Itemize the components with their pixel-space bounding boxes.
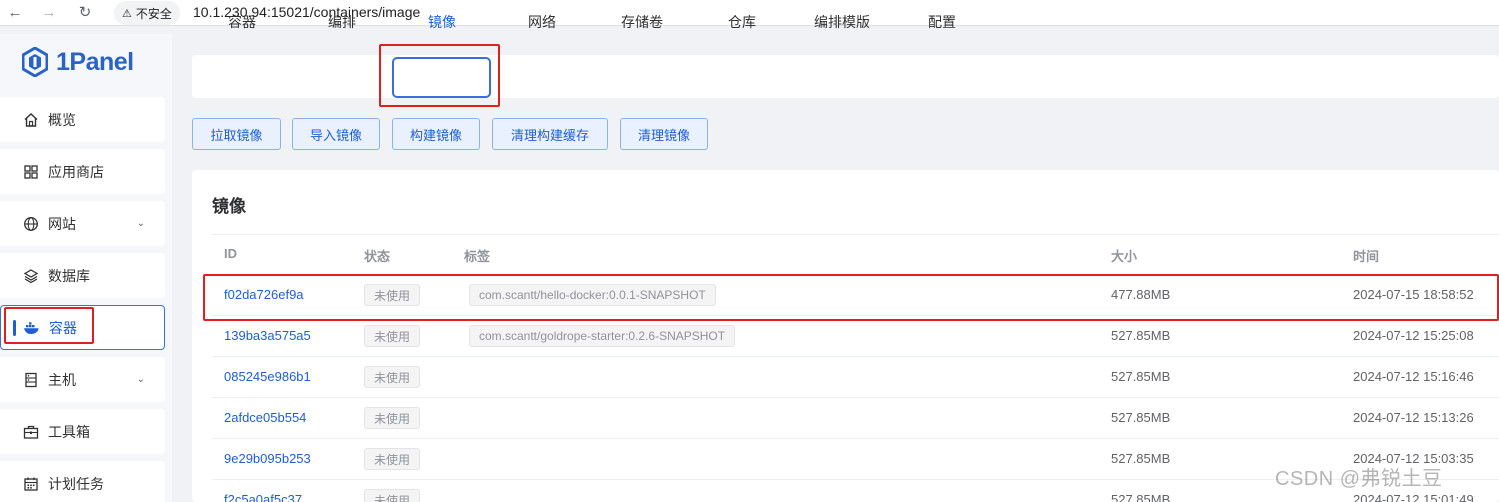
sidebar-item-scheduled-tasks[interactable]: 计划任务	[0, 461, 165, 502]
sidebar-item-label: 工具箱	[48, 423, 90, 440]
reload-icon[interactable]: ↻	[76, 3, 94, 21]
image-size: 527.85MB	[1111, 410, 1171, 425]
clean-build-cache-button[interactable]: 清理构建缓存	[492, 118, 608, 150]
logo-text: 1Panel	[56, 47, 134, 76]
image-size: 527.85MB	[1111, 492, 1171, 502]
server-icon	[22, 371, 40, 389]
column-header-tags[interactable]: 标签	[464, 246, 490, 265]
divider	[212, 234, 1499, 235]
logo-hexagon-icon	[22, 47, 48, 77]
image-created-time: 2024-07-12 15:01:49	[1353, 492, 1474, 502]
image-size: 527.85MB	[1111, 451, 1171, 466]
sidebar-item-toolbox[interactable]: 工具箱	[0, 409, 165, 454]
tab-compose[interactable]: 编排	[328, 0, 356, 43]
table-row[interactable]: 085245e986b1 未使用 527.85MB 2024-07-12 15:…	[212, 357, 1499, 398]
clean-images-button[interactable]: 清理镜像	[620, 118, 708, 150]
highlight-box	[379, 44, 500, 107]
tab-images[interactable]: 镜像	[428, 0, 456, 43]
sidebar-item-label: 主机	[48, 371, 76, 388]
column-header-time[interactable]: 时间	[1353, 246, 1379, 265]
table-row[interactable]: 139ba3a575a5 未使用 com.scantt/goldrope-sta…	[212, 316, 1499, 357]
sidebar-item-label: 概览	[48, 111, 76, 128]
sidebar-item-website[interactable]: 网站 ⌄	[0, 201, 165, 246]
security-label: 不安全	[135, 6, 172, 21]
calendar-icon	[22, 475, 40, 493]
tab-settings[interactable]: 配置	[928, 0, 956, 43]
sidebar-item-overview[interactable]: 概览	[0, 97, 165, 142]
image-id-link[interactable]: 2afdce05b554	[224, 410, 306, 425]
image-id-link[interactable]: 9e29b095b253	[224, 451, 311, 466]
column-header-size[interactable]: 大小	[1111, 246, 1137, 265]
highlight-box	[203, 274, 1499, 321]
card-title: 镜像	[212, 197, 246, 216]
sidebar-item-label: 数据库	[48, 267, 90, 284]
watermark: CSDN @弗锐土豆	[1275, 468, 1443, 490]
sidebar-item-label: 计划任务	[48, 475, 104, 492]
image-tag: com.scantt/goldrope-starter:0.2.6-SNAPSH…	[469, 325, 736, 347]
forward-arrow-icon[interactable]: →	[40, 3, 58, 21]
column-header-id[interactable]: ID	[224, 246, 237, 261]
globe-icon	[22, 215, 40, 233]
status-badge: 未使用	[364, 325, 421, 347]
image-id-link[interactable]: 085245e986b1	[224, 369, 311, 384]
back-arrow-icon[interactable]: ←	[6, 3, 24, 21]
image-created-time: 2024-07-12 15:13:26	[1353, 410, 1474, 425]
tab-networks[interactable]: 网络	[528, 0, 556, 43]
grid-icon	[22, 163, 40, 181]
tab-volumes[interactable]: 存储卷	[621, 0, 663, 43]
sidebar-item-label: 应用商店	[48, 163, 104, 180]
status-badge: 未使用	[364, 448, 421, 470]
app-logo[interactable]: 1Panel	[22, 47, 134, 77]
sidebar-item-database[interactable]: 数据库	[0, 253, 165, 298]
security-indicator[interactable]: ⚠ 不安全	[114, 1, 180, 25]
import-image-button[interactable]: 导入镜像	[292, 118, 380, 150]
sidebar-item-label: 网站	[48, 215, 76, 232]
home-icon	[22, 111, 40, 129]
chevron-down-icon[interactable]: ⌄	[137, 218, 145, 229]
image-id-link[interactable]: 139ba3a575a5	[224, 328, 311, 343]
table-row[interactable]: 2afdce05b554 未使用 527.85MB 2024-07-12 15:…	[212, 398, 1499, 439]
warning-icon: ⚠	[122, 7, 132, 20]
status-badge: 未使用	[364, 489, 421, 502]
tab-containers[interactable]: 容器	[228, 0, 256, 43]
image-id-link[interactable]: f2c5a0af5c37	[224, 492, 302, 502]
toolbox-icon	[22, 423, 40, 441]
tab-repositories[interactable]: 仓库	[728, 0, 756, 43]
column-header-status[interactable]: 状态	[364, 246, 390, 265]
image-created-time: 2024-07-12 15:25:08	[1353, 328, 1474, 343]
status-badge: 未使用	[364, 366, 421, 388]
image-size: 527.85MB	[1111, 328, 1171, 343]
build-image-button[interactable]: 构建镜像	[392, 118, 480, 150]
highlight-box	[4, 307, 94, 344]
image-size: 527.85MB	[1111, 369, 1171, 384]
image-created-time: 2024-07-12 15:16:46	[1353, 369, 1474, 384]
sidebar-item-host[interactable]: 主机 ⌄	[0, 357, 165, 402]
tab-compose-templates[interactable]: 编排模版	[814, 0, 870, 43]
sidebar-item-app-store[interactable]: 应用商店	[0, 149, 165, 194]
layers-icon	[22, 267, 40, 285]
status-badge: 未使用	[364, 407, 421, 429]
chevron-down-icon[interactable]: ⌄	[137, 374, 145, 385]
pull-image-button[interactable]: 拉取镜像	[192, 118, 281, 150]
